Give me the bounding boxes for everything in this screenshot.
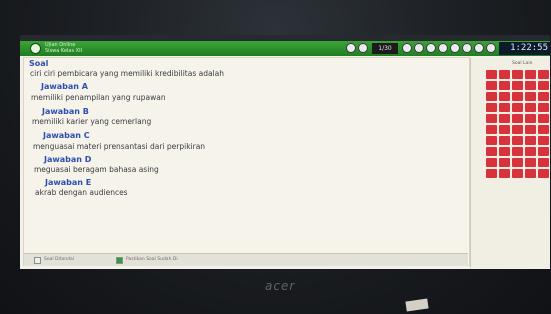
- photo-frame: Ujian Online Siswa Kelas XII 1/30 1:22:5…: [0, 0, 551, 314]
- question-nav-cell[interactable]: [486, 92, 497, 101]
- exam-screen: Ujian Online Siswa Kelas XII 1/30 1:22:5…: [20, 41, 550, 269]
- question-nav-cell[interactable]: [486, 169, 497, 178]
- question-nav-cell[interactable]: [525, 103, 536, 112]
- confirm-checkbox-icon[interactable]: [116, 257, 123, 264]
- answer-c-text[interactable]: menguasai materi prensantasi dari perpik…: [33, 142, 205, 151]
- question-nav-cell[interactable]: [499, 158, 510, 167]
- answer-a-text[interactable]: memiliki penampilan yang rupawan: [31, 93, 166, 102]
- question-grid: [486, 70, 549, 178]
- footer-bar: Soal Ditandai Pastikan Soal Sudah Di: [24, 253, 468, 266]
- question-nav-cell[interactable]: [499, 103, 510, 112]
- question-nav-cell[interactable]: [486, 125, 497, 134]
- question-nav-cell[interactable]: [538, 125, 549, 134]
- page-counter: 1/30: [372, 43, 398, 54]
- answer-e-label[interactable]: Jawaban E: [45, 178, 91, 187]
- question-nav-panel: Soal Lain: [470, 58, 550, 268]
- question-nav-cell[interactable]: [538, 136, 549, 145]
- countdown-timer: 1:22:55: [499, 42, 550, 55]
- question-nav-cell[interactable]: [512, 70, 523, 79]
- laptop-sticker: [405, 298, 429, 312]
- question-nav-cell[interactable]: [512, 136, 523, 145]
- prev-page-icon[interactable]: [346, 43, 356, 53]
- question-nav-cell[interactable]: [486, 81, 497, 90]
- question-nav-cell[interactable]: [512, 125, 523, 134]
- search-icon[interactable]: [450, 43, 460, 53]
- zoom-out-icon[interactable]: [438, 43, 448, 53]
- question-nav-cell[interactable]: [525, 70, 536, 79]
- question-nav-cell[interactable]: [512, 81, 523, 90]
- answer-d-label[interactable]: Jawaban D: [44, 155, 91, 164]
- question-nav-cell[interactable]: [525, 147, 536, 156]
- first-question-icon[interactable]: [402, 43, 412, 53]
- question-nav-cell[interactable]: [499, 147, 510, 156]
- question-nav-cell[interactable]: [525, 158, 536, 167]
- app-title-line2: Siswa Kelas XII: [45, 48, 83, 54]
- answer-c-label[interactable]: Jawaban C: [43, 131, 90, 140]
- question-nav-cell[interactable]: [499, 125, 510, 134]
- question-nav-cell[interactable]: [499, 92, 510, 101]
- panel-title: Soal Lain: [512, 61, 533, 66]
- next-page-icon[interactable]: [358, 43, 368, 53]
- question-nav-cell[interactable]: [499, 70, 510, 79]
- question-nav-cell[interactable]: [512, 103, 523, 112]
- question-label: Soal: [29, 59, 49, 68]
- app-title: Ujian Online Siswa Kelas XII: [45, 42, 82, 54]
- question-nav-cell[interactable]: [538, 81, 549, 90]
- question-nav-cell[interactable]: [525, 92, 536, 101]
- refresh-icon[interactable]: [474, 43, 484, 53]
- question-nav-cell[interactable]: [538, 103, 549, 112]
- question-nav-cell[interactable]: [486, 147, 497, 156]
- question-nav-cell[interactable]: [512, 169, 523, 178]
- question-nav-cell[interactable]: [538, 158, 549, 167]
- footer-confirm-label: Pastikan Soal Sudah Di: [126, 257, 178, 262]
- question-nav-cell[interactable]: [512, 158, 523, 167]
- zoom-in-icon[interactable]: [426, 43, 436, 53]
- question-nav-cell[interactable]: [486, 70, 497, 79]
- question-nav-cell[interactable]: [538, 70, 549, 79]
- answer-b-text[interactable]: memiliki karier yang cemerlang: [32, 117, 151, 126]
- question-nav-cell[interactable]: [512, 92, 523, 101]
- title-bar: Ujian Online Siswa Kelas XII 1/30 1:22:5…: [20, 41, 550, 56]
- flag-checkbox-icon[interactable]: [34, 257, 41, 264]
- answer-b-label[interactable]: Jawaban B: [42, 107, 89, 116]
- question-nav-cell[interactable]: [499, 169, 510, 178]
- question-nav-cell[interactable]: [499, 81, 510, 90]
- question-nav-cell[interactable]: [486, 158, 497, 167]
- question-nav-cell[interactable]: [486, 114, 497, 123]
- question-nav-cell[interactable]: [538, 147, 549, 156]
- question-nav-cell[interactable]: [525, 114, 536, 123]
- question-nav-cell[interactable]: [499, 136, 510, 145]
- question-nav-cell[interactable]: [538, 92, 549, 101]
- app-logo-icon: [30, 43, 41, 54]
- question-nav-cell[interactable]: [512, 147, 523, 156]
- acer-logo: acer: [265, 279, 296, 293]
- settings-icon[interactable]: [486, 43, 496, 53]
- last-question-icon[interactable]: [414, 43, 424, 53]
- question-nav-cell[interactable]: [538, 169, 549, 178]
- question-nav-cell[interactable]: [525, 81, 536, 90]
- question-nav-cell[interactable]: [525, 136, 536, 145]
- question-nav-cell[interactable]: [486, 136, 497, 145]
- question-area: Soal ciri ciri pembicara yang memiliki k…: [23, 57, 470, 266]
- question-nav-cell[interactable]: [512, 114, 523, 123]
- help-icon[interactable]: [462, 43, 472, 53]
- question-text: ciri ciri pembicara yang memiliki kredib…: [30, 69, 224, 78]
- question-nav-cell[interactable]: [486, 103, 497, 112]
- question-nav-cell[interactable]: [525, 169, 536, 178]
- question-nav-cell[interactable]: [525, 125, 536, 134]
- question-nav-cell[interactable]: [538, 114, 549, 123]
- answer-a-label[interactable]: Jawaban A: [41, 82, 88, 91]
- answer-e-text[interactable]: akrab dengan audiences: [35, 188, 128, 197]
- answer-d-text[interactable]: meguasai beragam bahasa asing: [34, 165, 159, 174]
- question-nav-cell[interactable]: [499, 114, 510, 123]
- footer-flag-label: Soal Ditandai: [44, 257, 75, 262]
